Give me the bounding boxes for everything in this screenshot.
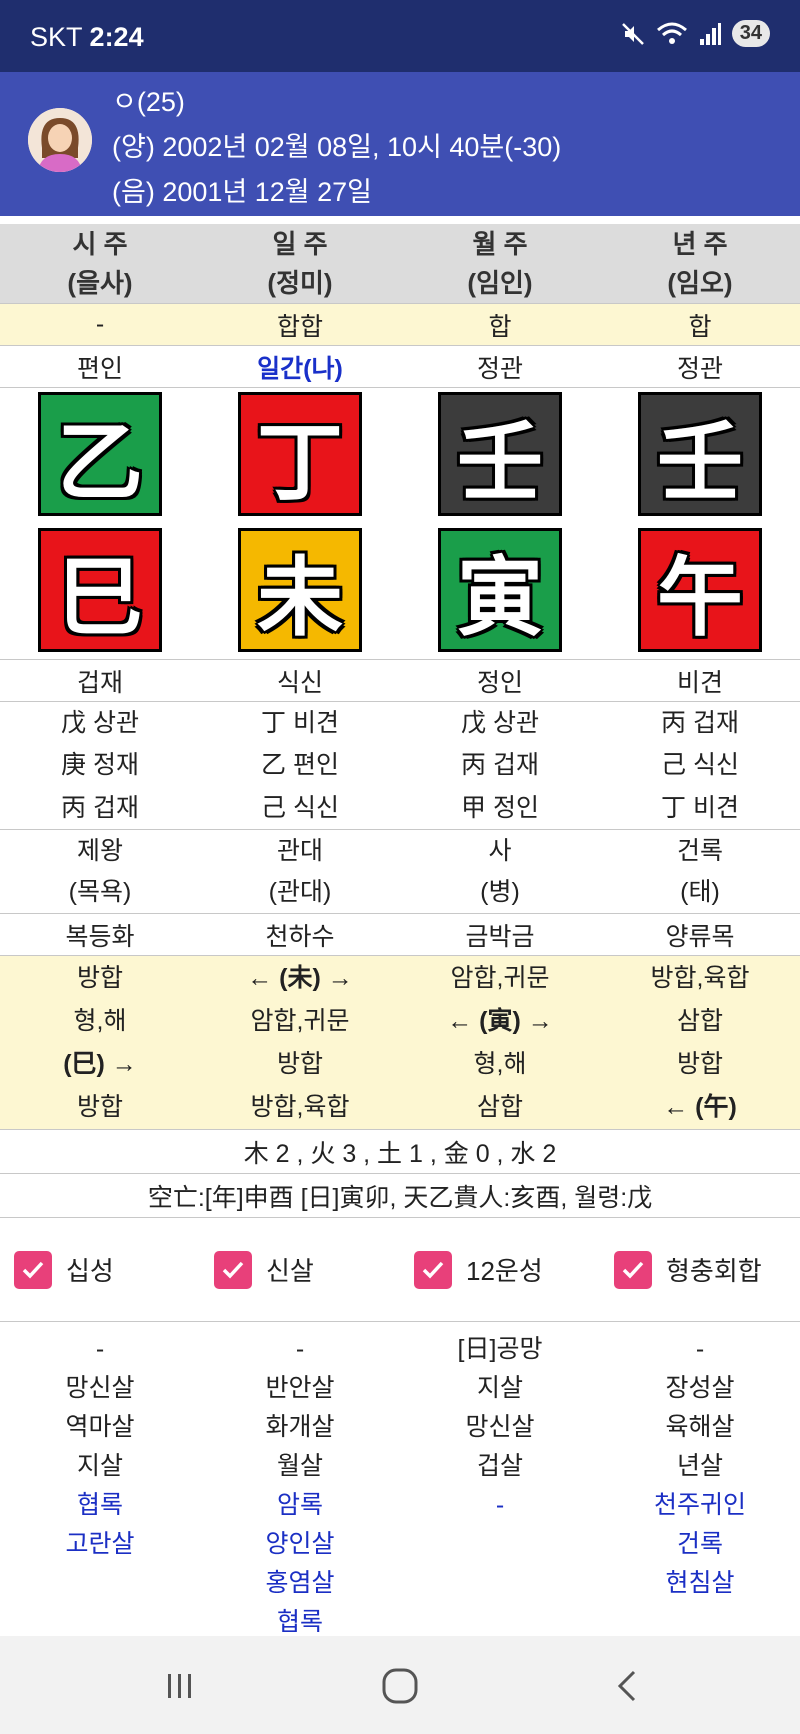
navigation-bar xyxy=(0,1636,800,1734)
branch-char-box[interactable]: 巳 xyxy=(38,527,162,652)
clock-time: 2:24 xyxy=(89,22,144,52)
avatar xyxy=(28,108,92,172)
relations-row: 방합 형,해 (巳) → 방합 ← (未) → 암합,귀문 방합 방합,육합 암합,귀문 ← … xyxy=(0,956,800,1130)
checkbox-label: 십성 xyxy=(66,1256,114,1286)
combination-row: - 합합 합 합 xyxy=(0,304,800,346)
relations-cell: 암합,귀문 ← (寅) → 형,해 삼합 xyxy=(447,963,553,1122)
pillar-header-year: 년 주 (임오) xyxy=(667,228,733,299)
branch-god-cell: 비견 xyxy=(676,668,723,697)
branch-char-row: 巳 未 寅 午 xyxy=(0,520,800,660)
sinsal-grid: - 망신살 역마살 지살 협록 고란살 - 반안살 화개살 월살 암록 양인살 홍염살 협록 [日]… xyxy=(0,1330,800,1636)
stem-god-cell: 정관 xyxy=(476,354,523,383)
pillar-header-row: 시 주 (을사) 일 주 (정미) 월 주 (임인) 년 주 (임오) xyxy=(0,224,800,304)
combo-cell: - xyxy=(95,310,105,338)
branch-char-box[interactable]: 未 xyxy=(238,527,362,652)
battery-icon: 34 xyxy=(731,20,770,47)
mute-icon xyxy=(621,22,644,45)
combo-cell: 합 xyxy=(688,312,712,341)
display-options: 십성 신살 12운성 형충회합 xyxy=(0,1218,800,1322)
checkbox-checked-icon[interactable] xyxy=(414,1250,452,1289)
combo-cell: 합 xyxy=(488,312,512,341)
relations-cell: 방합 형,해 (巳) → 방합 xyxy=(63,963,137,1122)
twelve-stage-cell: 건록 (태) xyxy=(676,836,723,907)
napeum-cell: 금박금 xyxy=(465,922,535,951)
checkbox-label: 형충회합 xyxy=(666,1256,762,1286)
branch-god-row: 겁재 식신 정인 비견 xyxy=(0,660,800,702)
napeum-cell: 천하수 xyxy=(265,922,335,951)
twelve-stage-cell: 사 (병) xyxy=(480,836,520,907)
stem-char-box[interactable]: 乙 xyxy=(38,392,162,516)
stem-char-row: 乙 丁 壬 壬 xyxy=(0,388,800,520)
profile-lunar-date: (음) 2001년 12월 27일 xyxy=(112,177,372,207)
hidden-stems-cell: 丙 겁재 己 식신 丁 비견 xyxy=(661,709,739,822)
branch-god-cell: 정인 xyxy=(476,668,523,697)
kongmang-line: 空亡:[年]申酉 [日]寅卯, 天乙貴人:亥酉, 월령:戊 xyxy=(0,1174,800,1218)
recent-apps-icon[interactable] xyxy=(160,1666,200,1706)
checkbox-label: 신살 xyxy=(266,1256,314,1286)
branch-god-cell: 식신 xyxy=(276,668,323,697)
hidden-stems-cell: 戊 상관 庚 정재 丙 겁재 xyxy=(61,709,139,822)
status-carrier-time: SKT 2:24 xyxy=(30,22,144,53)
home-icon[interactable] xyxy=(380,1666,420,1706)
elements-summary: 木 2 , 火 3 , 土 1 , 金 0 , 水 2 xyxy=(0,1130,800,1174)
stem-god-row: 편인 일간(나) 정관 정관 xyxy=(0,346,800,388)
sinsal-column-year: - 장성살 육해살 년살 천주귀인 건록 현침살 xyxy=(653,1335,746,1597)
branch-god-cell: 겁재 xyxy=(76,668,123,697)
profile-header[interactable]: ㅇ(25) (양) 2002년 02월 08일, 10시 40분(-30) (음… xyxy=(0,72,800,216)
checkbox-checked-icon[interactable] xyxy=(14,1250,52,1289)
checkbox-sipseong[interactable]: 십성 xyxy=(0,1218,200,1321)
hidden-stems-cell: 丁 비견 乙 편인 己 식신 xyxy=(261,709,339,822)
twelve-stage-row: 제왕 (목욕) 관대 (관대) 사 (병) 건록 (태) xyxy=(0,830,800,914)
stem-char-box[interactable]: 壬 xyxy=(438,392,562,516)
twelve-stage-cell: 제왕 (목욕) xyxy=(68,836,132,907)
relations-cell: ← (未) → 암합,귀문 방합 방합,육합 xyxy=(247,963,353,1122)
sinsal-column-month: [日]공망 지살 망신살 겁살 - xyxy=(457,1335,543,1519)
napeum-cell: 양류목 xyxy=(665,922,735,951)
checkbox-checked-icon[interactable] xyxy=(214,1250,252,1289)
checkbox-12unseong[interactable]: 12운성 xyxy=(400,1218,600,1321)
sinsal-column-hour: - 망신살 역마살 지살 협록 고란살 xyxy=(65,1335,135,1558)
checkbox-hyeongchung[interactable]: 형충회합 xyxy=(600,1218,800,1321)
sinsal-column-day: - 반안살 화개살 월살 암록 양인살 홍염살 협록 xyxy=(265,1335,335,1636)
back-icon[interactable] xyxy=(608,1666,648,1706)
checkbox-checked-icon[interactable] xyxy=(614,1250,652,1289)
signal-icon xyxy=(699,22,721,45)
wifi-icon xyxy=(656,22,687,44)
stem-god-cell: 편인 xyxy=(76,354,123,383)
profile-solar-date: (양) 2002년 02월 08일, 10시 40분(-30) xyxy=(112,132,562,162)
relations-cell: 방합,육합 삼합 방합 ← (午) xyxy=(650,963,750,1122)
pillar-header-month: 월 주 (임인) xyxy=(467,228,533,299)
twelve-stage-cell: 관대 (관대) xyxy=(268,836,332,907)
napeum-cell: 복등화 xyxy=(65,922,135,951)
branch-char-box[interactable]: 寅 xyxy=(438,527,562,652)
hidden-stems-row: 戊 상관 庚 정재 丙 겁재 丁 비견 乙 편인 己 식신 戊 상관 丙 겁재 甲 정인 丙… xyxy=(0,702,800,830)
stem-god-cell-day-master: 일간(나) xyxy=(257,354,343,383)
carrier-label: SKT xyxy=(30,22,83,52)
checkbox-sinsal[interactable]: 신살 xyxy=(200,1218,400,1321)
napeum-row: 복등화 천하수 금박금 양류목 xyxy=(0,914,800,956)
pillar-header-day: 일 주 (정미) xyxy=(267,228,333,299)
hidden-stems-cell: 戊 상관 丙 겁재 甲 정인 xyxy=(461,709,539,822)
branch-char-box[interactable]: 午 xyxy=(638,527,762,652)
status-icons: 34 xyxy=(620,20,770,47)
profile-name: ㅇ(25) xyxy=(112,87,185,117)
pillar-header-hour: 시 주 (을사) xyxy=(67,228,133,299)
checkbox-label: 12운성 xyxy=(466,1256,543,1286)
battery-level: 34 xyxy=(739,22,762,44)
stem-god-cell: 정관 xyxy=(676,354,723,383)
status-bar: SKT 2:24 34 xyxy=(0,0,800,72)
stem-char-box[interactable]: 丁 xyxy=(238,392,362,516)
stem-char-box[interactable]: 壬 xyxy=(638,392,762,516)
combo-cell: 합합 xyxy=(276,312,323,341)
